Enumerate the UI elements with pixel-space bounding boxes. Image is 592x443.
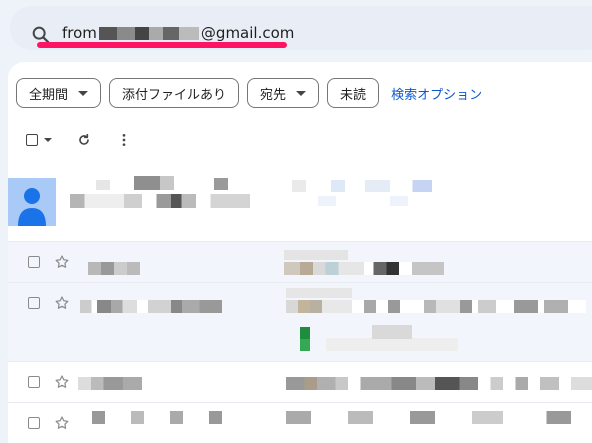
filter-chip-label: 未読 — [340, 87, 367, 103]
chevron-down-icon — [78, 90, 89, 96]
filter-chip-label: 添付ファイルあり — [122, 87, 227, 103]
select-all-control[interactable] — [26, 134, 52, 146]
label-tag — [300, 327, 310, 351]
search-query-prefix: from — [62, 24, 97, 42]
mail-list-panel: 全期間 添付ファイルあり 宛先 未読 検索オプション — [8, 62, 592, 443]
star-icon[interactable] — [54, 254, 70, 270]
star-icon[interactable] — [54, 415, 70, 431]
filter-chip-has-attachment[interactable]: 添付ファイルあり — [109, 78, 240, 108]
table-row[interactable] — [8, 361, 592, 402]
redacted-snippet — [372, 325, 412, 339]
filter-chips: 全期間 添付ファイルあり 宛先 未読 検索オプション — [16, 78, 482, 108]
redacted-text — [70, 194, 250, 208]
table-row[interactable] — [8, 282, 592, 361]
refresh-icon[interactable] — [76, 132, 92, 148]
redacted-sender — [88, 262, 140, 275]
search-input[interactable]: from @gmail.com — [62, 24, 294, 42]
redacted-text — [214, 178, 228, 190]
row-checkbox[interactable] — [28, 417, 40, 429]
contact-card[interactable] — [8, 172, 592, 240]
search-options-link[interactable]: 検索オプション — [391, 84, 482, 103]
more-vert-icon[interactable] — [116, 132, 132, 148]
redacted-text — [318, 196, 408, 206]
filter-chip-period[interactable]: 全期間 — [16, 78, 102, 108]
highlight-underline — [37, 42, 287, 48]
redacted-text — [160, 176, 174, 190]
person-icon — [8, 178, 56, 226]
filter-chip-label: 全期間 — [29, 87, 69, 103]
redacted-text — [292, 180, 432, 192]
redacted-address — [98, 26, 199, 40]
row-checkbox[interactable] — [28, 256, 40, 268]
star-icon[interactable] — [54, 374, 70, 390]
table-row[interactable] — [8, 241, 592, 282]
star-icon[interactable] — [54, 295, 70, 311]
chevron-down-icon[interactable] — [44, 138, 52, 142]
redacted-text — [134, 176, 160, 190]
redacted-sender — [80, 300, 222, 313]
redacted-subject — [286, 288, 352, 298]
filter-chip-unread[interactable]: 未読 — [327, 78, 380, 108]
redacted-subject — [284, 250, 348, 260]
redacted-sender — [92, 411, 222, 424]
redacted-text — [96, 180, 110, 190]
select-all-checkbox[interactable] — [26, 134, 38, 146]
filter-chip-to[interactable]: 宛先 — [247, 78, 320, 108]
search-query-suffix: @gmail.com — [200, 24, 295, 42]
row-checkbox[interactable] — [28, 376, 40, 388]
table-row[interactable] — [8, 402, 592, 443]
redacted-sender — [78, 377, 142, 390]
redacted-subject — [284, 262, 444, 275]
redacted-subject — [286, 377, 592, 390]
list-toolbar — [26, 132, 132, 148]
filter-chip-label: 宛先 — [260, 87, 287, 103]
redacted-subject — [286, 300, 586, 313]
chevron-down-icon — [296, 90, 307, 96]
row-checkbox[interactable] — [28, 297, 40, 309]
redacted-subject — [286, 411, 592, 424]
